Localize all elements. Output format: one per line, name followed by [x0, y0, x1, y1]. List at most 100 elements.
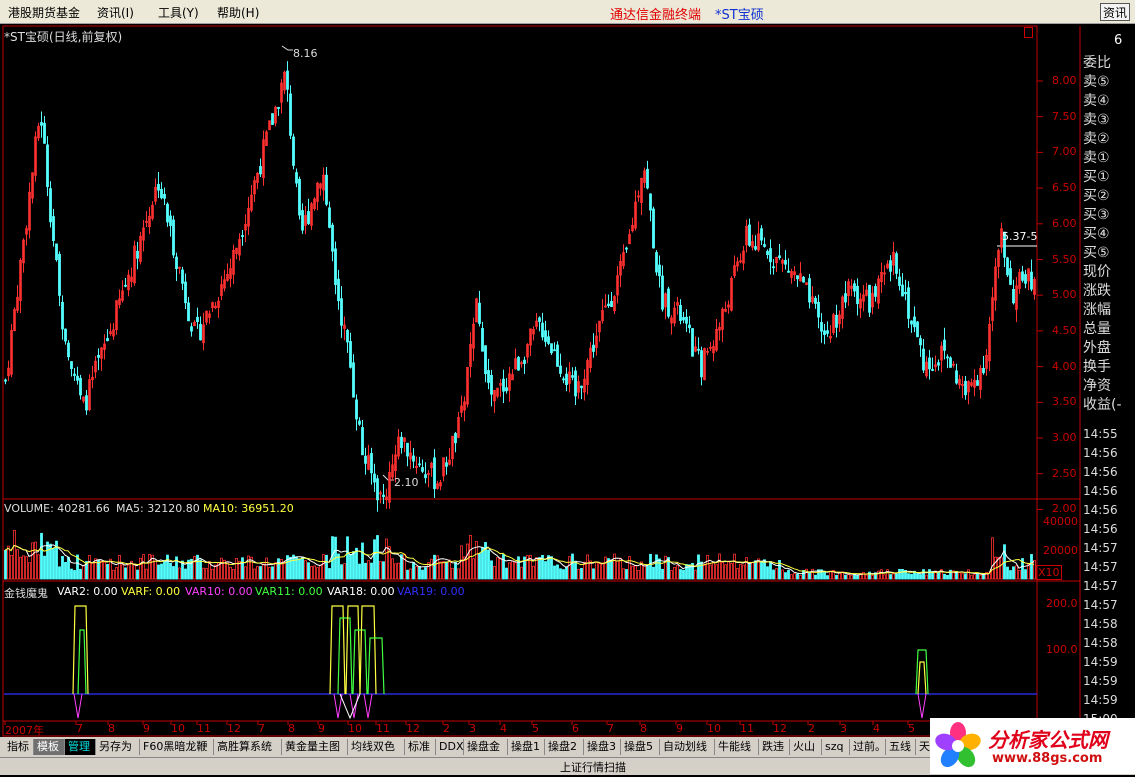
tick-time: 14:56 [1083, 446, 1118, 460]
quote-row-label[interactable]: 委比 [1083, 54, 1135, 72]
chart-title: *ST宝硕(日线,前复权) [4, 30, 123, 44]
template-tab[interactable]: 跌违 [759, 739, 790, 755]
price-axis-tick: 2.00 [1052, 502, 1077, 516]
template-tab[interactable]: 指标 [4, 739, 34, 755]
template-tab[interactable]: 另存为 [96, 739, 140, 755]
date-axis-tick: 9 [143, 722, 150, 735]
candlestick-series [4, 61, 1036, 512]
template-tab[interactable]: 管理 [65, 739, 96, 755]
date-axis-tick: 3 [840, 722, 847, 735]
quote-row-label[interactable]: 收益(- [1083, 396, 1135, 414]
quote-row-label[interactable]: 买⑤ [1083, 244, 1135, 262]
menu-tools[interactable]: 工具(Y) [158, 4, 199, 21]
quote-row-label[interactable]: 卖② [1083, 130, 1135, 148]
date-axis-tick: 5 [908, 722, 915, 735]
quote-row-label[interactable]: 外盘 [1083, 339, 1135, 357]
price-axis-tick: 5.50 [1052, 252, 1077, 266]
quote-row-label[interactable]: 净资 [1083, 377, 1135, 395]
indicator-var-value: VARF: 0.00 [121, 585, 181, 598]
quote-row-label[interactable]: 卖③ [1083, 111, 1135, 129]
template-tab[interactable]: F60黑暗龙鞭 [140, 739, 214, 755]
window-restore-icon[interactable] [1024, 27, 1033, 38]
template-tab[interactable]: 操盘金 [464, 739, 508, 755]
chart-canvas[interactable] [0, 24, 1135, 737]
date-axis-tick: 11 [376, 722, 390, 735]
status-text: 上证行情扫描 [560, 761, 626, 774]
quote-row-label[interactable]: 卖⑤ [1083, 73, 1135, 91]
tick-time: 14:57 [1083, 579, 1118, 593]
price-axis-tick: 4.50 [1052, 323, 1077, 337]
price-axis-tick: 7.00 [1052, 145, 1077, 159]
template-tab[interactable]: 牛能线 [715, 739, 759, 755]
template-tab[interactable]: 高胜算系统 [214, 739, 282, 755]
tick-time: 14:56 [1083, 522, 1118, 536]
quote-row-label[interactable]: 卖④ [1083, 92, 1135, 110]
quote-row-label[interactable]: 换手 [1083, 358, 1135, 376]
quote-row-label[interactable]: 买③ [1083, 206, 1135, 224]
quote-row-label[interactable]: 卖① [1083, 149, 1135, 167]
logo-name: 分析家公式网 [988, 728, 1108, 752]
tick-time: 14:55 [1083, 427, 1118, 441]
date-axis-tick: 10 [171, 722, 185, 735]
tick-time: 14:59 [1083, 655, 1118, 669]
price-axis-tick: 3.00 [1052, 431, 1077, 444]
price-axis-tick: 3.50 [1052, 395, 1077, 409]
price-axis-tick: 5.00 [1052, 288, 1077, 302]
quote-row-label[interactable]: 总量 [1083, 320, 1135, 338]
template-tab[interactable]: 操盘2 [545, 739, 584, 755]
template-tab[interactable]: 五线 [886, 739, 916, 755]
price-axis-tick: 4.00 [1052, 359, 1077, 373]
indicator-var-value: VAR19: 0.00 [397, 585, 465, 598]
quote-row-label[interactable]: 涨跌 [1083, 282, 1135, 300]
template-tab[interactable]: 自动划线 [660, 739, 715, 755]
template-tab[interactable]: 操盘3 [584, 739, 621, 755]
indicator-lines [72, 605, 929, 720]
info-button[interactable]: 资讯 [1100, 3, 1130, 21]
date-axis-tick: 8 [108, 722, 115, 735]
tick-time: 14:57 [1083, 560, 1118, 574]
template-tab[interactable]: 操盘5 [621, 739, 660, 755]
flower-logo-icon [935, 722, 981, 768]
menu-help[interactable]: 帮助(H) [217, 4, 259, 21]
date-axis-tick: 5 [532, 722, 539, 735]
logo-url: www.88gs.com [992, 751, 1103, 766]
menu-hk-futures[interactable]: 港股期货基金 [8, 4, 80, 21]
date-axis-tick: 9 [676, 722, 683, 735]
template-tab[interactable]: 黄金量主图 [282, 739, 348, 755]
high-price-label: 8.16 [293, 47, 318, 60]
tick-time: 14:58 [1083, 636, 1118, 650]
quote-row-label[interactable]: 买② [1083, 187, 1135, 205]
quote-row-label[interactable]: 买④ [1083, 225, 1135, 243]
date-axis-tick: 2 [443, 722, 450, 735]
date-axis-tick: 9 [318, 722, 325, 735]
indicator-axis-100: 100.0 [1046, 643, 1078, 656]
site-logo: 分析家公式网 www.88gs.com [930, 718, 1135, 774]
volume-title: VOLUME: 40281.66 [4, 502, 110, 515]
indicator-var-value: VAR11: 0.00 [255, 585, 323, 598]
price-axis-tick: 2.50 [1052, 466, 1077, 480]
indicator-var-value: VAR10: 0.00 [185, 585, 253, 598]
date-axis-tick: 7 [76, 722, 83, 735]
quote-panel: 委比 卖⑤ 卖④ 卖③ 卖② 卖① 买① 买② 买③ 买④ 买⑤ 现价 涨跌 涨幅 总量 外盘 换手 净资 收益(-… [1081, 50, 1135, 726]
template-tab[interactable]: 火山 [790, 739, 822, 755]
volume-axis-20000: 20000 [1043, 544, 1078, 557]
tick-time: 14:56 [1083, 484, 1118, 498]
template-tab[interactable]: 模板 [34, 739, 65, 755]
volume-ma10: MA10: 36951.20 [203, 502, 294, 515]
quote-row-label[interactable]: 买① [1083, 168, 1135, 186]
quote-row-label[interactable]: 涨幅 [1083, 301, 1135, 319]
app-title: 通达信金融终端 [610, 8, 702, 23]
template-tab[interactable]: 标准 [405, 739, 436, 755]
indicator-var-value: VAR2: 0.00 [57, 585, 118, 598]
volume-bars [4, 529, 1036, 580]
indicator-axis-200: 200.0 [1046, 597, 1078, 610]
volume-axis-40000: 40000 [1043, 515, 1078, 528]
template-tab[interactable]: 操盘1 [508, 739, 545, 755]
menu-info[interactable]: 资讯(I) [97, 4, 134, 21]
template-tab[interactable]: 过前。 [850, 739, 886, 755]
template-tab[interactable]: DDX [436, 739, 464, 755]
template-tab[interactable]: 均线双色 [348, 739, 405, 755]
template-tab[interactable]: szq [822, 739, 850, 755]
quote-row-label[interactable]: 现价 [1083, 263, 1135, 281]
price-axis-tick: 8.00 [1052, 74, 1077, 87]
